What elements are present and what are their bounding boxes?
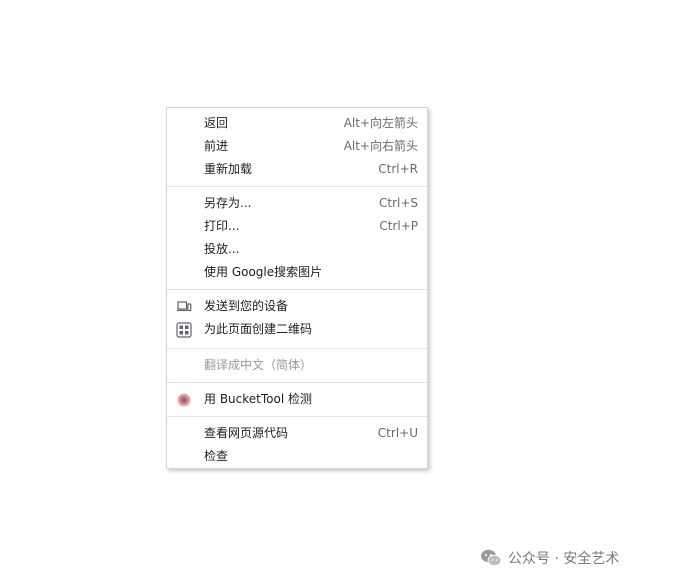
menu-separator	[167, 416, 427, 417]
menu-item-shortcut: Ctrl+S	[378, 196, 418, 210]
menu-separator	[167, 382, 427, 383]
menu-item-reload[interactable]: 重新加载 Ctrl+R	[167, 158, 427, 181]
menu-separator	[167, 289, 427, 290]
watermark-text: 公众号 · 安全艺术	[508, 551, 620, 567]
menu-item-label: 翻译成中文（简体）	[204, 358, 313, 372]
menu-item-save-as[interactable]: 另存为... Ctrl+S	[167, 192, 427, 215]
menu-item-label: 另存为...	[204, 196, 252, 210]
menu-item-label: 重新加载	[204, 162, 253, 176]
menu-item-shortcut: Ctrl+R	[378, 162, 418, 176]
menu-item-label: 为此页面创建二维码	[204, 322, 313, 336]
menu-item-label: 查看网页源代码	[204, 426, 289, 440]
menu-item-label: 前进	[204, 139, 229, 153]
menu-item-label: 返回	[204, 116, 229, 130]
wechat-logo-icon	[480, 548, 502, 568]
watermark: 公众号 · 安全艺术	[480, 546, 619, 570]
menu-separator	[167, 348, 427, 349]
menu-item-buckettool-detect[interactable]: 用 BucketTool 检测	[167, 388, 427, 411]
menu-item-label: 使用 Google搜索图片	[204, 265, 323, 279]
menu-separator	[167, 186, 427, 187]
menu-item-label: 发送到您的设备	[204, 299, 289, 313]
menu-item-translate[interactable]: 翻译成中文（简体）	[167, 354, 427, 377]
page: 返回 Alt+向左箭头 前进 Alt+向右箭头 重新加载 Ctrl+R 另存为.…	[0, 0, 679, 585]
menu-item-label: 打印...	[204, 219, 240, 233]
menu-item-shortcut: Alt+向右箭头	[343, 139, 418, 153]
menu-item-search-image-google[interactable]: 使用 Google搜索图片	[167, 261, 427, 284]
devices-icon	[176, 299, 192, 315]
menu-item-label: 用 BucketTool 检测	[204, 392, 312, 406]
menu-item-shortcut: Alt+向左箭头	[343, 116, 418, 130]
bucket-tool-extension-icon	[176, 392, 192, 408]
menu-item-send-to-devices[interactable]: 发送到您的设备	[167, 295, 427, 318]
menu-item-back[interactable]: 返回 Alt+向左箭头	[167, 112, 427, 135]
menu-item-create-qr-code[interactable]: 为此页面创建二维码	[167, 318, 427, 341]
menu-item-cast[interactable]: 投放...	[167, 238, 427, 261]
menu-item-forward[interactable]: 前进 Alt+向右箭头	[167, 135, 427, 158]
menu-item-inspect[interactable]: 检查	[167, 445, 427, 468]
qr-code-icon	[176, 322, 192, 338]
menu-item-label: 投放...	[204, 242, 240, 256]
context-menu: 返回 Alt+向左箭头 前进 Alt+向右箭头 重新加载 Ctrl+R 另存为.…	[166, 107, 428, 469]
menu-item-shortcut: Ctrl+P	[379, 219, 418, 233]
menu-item-shortcut: Ctrl+U	[377, 426, 418, 440]
menu-item-print[interactable]: 打印... Ctrl+P	[167, 215, 427, 238]
menu-item-label: 检查	[204, 449, 229, 463]
menu-item-view-source[interactable]: 查看网页源代码 Ctrl+U	[167, 422, 427, 445]
